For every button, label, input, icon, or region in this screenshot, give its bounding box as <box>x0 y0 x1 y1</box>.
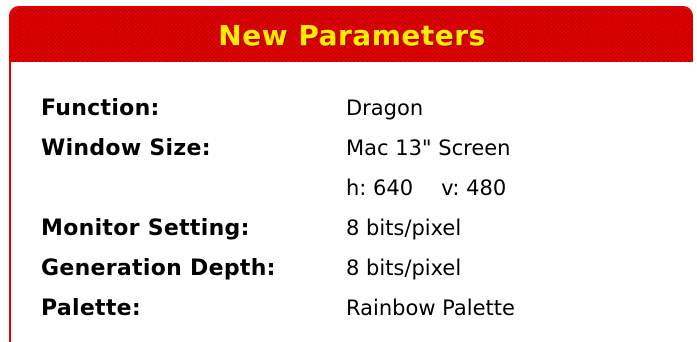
window-vertical-value: v: 480 <box>441 176 507 200</box>
window-dimensions-value: h: 640 v: 480 <box>346 176 506 200</box>
window-size-value: Mac 13" Screen <box>346 136 511 160</box>
monitor-setting-label: Monitor Setting: <box>41 215 250 241</box>
monitor-setting-value: 8 bits/pixel <box>346 216 462 240</box>
generation-depth-label: Generation Depth: <box>41 255 276 281</box>
dialog-title: New Parameters <box>218 18 486 52</box>
palette-label: Palette: <box>41 295 141 321</box>
generation-depth-value: 8 bits/pixel <box>346 256 462 280</box>
dialog-title-bar: New Parameters <box>11 8 693 62</box>
function-label: Function: <box>41 95 160 121</box>
param-row-generation-depth: Generation Depth: 8 bits/pixel <box>41 248 515 288</box>
param-row-window-size: Window Size: Mac 13" Screen <box>41 128 515 168</box>
window-size-label: Window Size: <box>41 135 211 161</box>
param-row-function: Function: Dragon <box>41 88 515 128</box>
param-row-monitor-setting: Monitor Setting: 8 bits/pixel <box>41 208 515 248</box>
function-value: Dragon <box>346 96 424 120</box>
param-row-palette: Palette: Rainbow Palette <box>41 288 515 328</box>
param-row-window-dimensions: h: 640 v: 480 <box>41 168 515 208</box>
window-height-value: h: 640 <box>346 176 414 200</box>
parameters-list: Function: Dragon Window Size: Mac 13" Sc… <box>41 88 515 328</box>
palette-value: Rainbow Palette <box>346 296 515 320</box>
new-parameters-dialog: New Parameters Function: Dragon Window S… <box>9 6 693 342</box>
